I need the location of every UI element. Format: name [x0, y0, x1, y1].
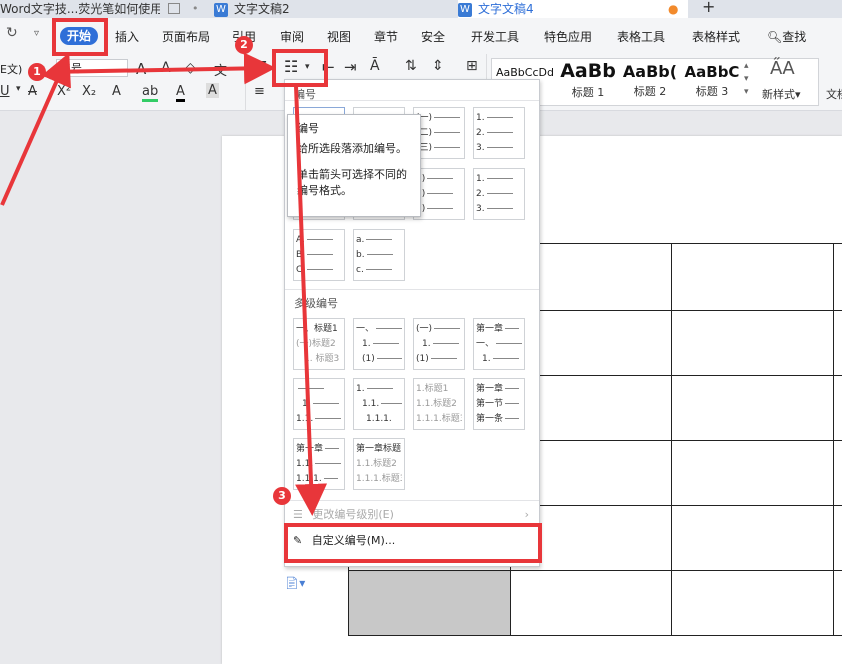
highlight-custom-numbering: [284, 523, 542, 563]
step-badge-2: 2: [235, 36, 253, 54]
arrow-3: [294, 85, 328, 516]
highlight-start-tab: [52, 18, 108, 56]
annotation-arrows: [0, 52, 328, 516]
step-badge-1: 1: [28, 63, 46, 81]
arrow-2: [47, 52, 276, 85]
highlight-numbering-button: [272, 49, 328, 87]
step-badge-3: 3: [273, 487, 291, 505]
arrow-1: [0, 52, 71, 206]
